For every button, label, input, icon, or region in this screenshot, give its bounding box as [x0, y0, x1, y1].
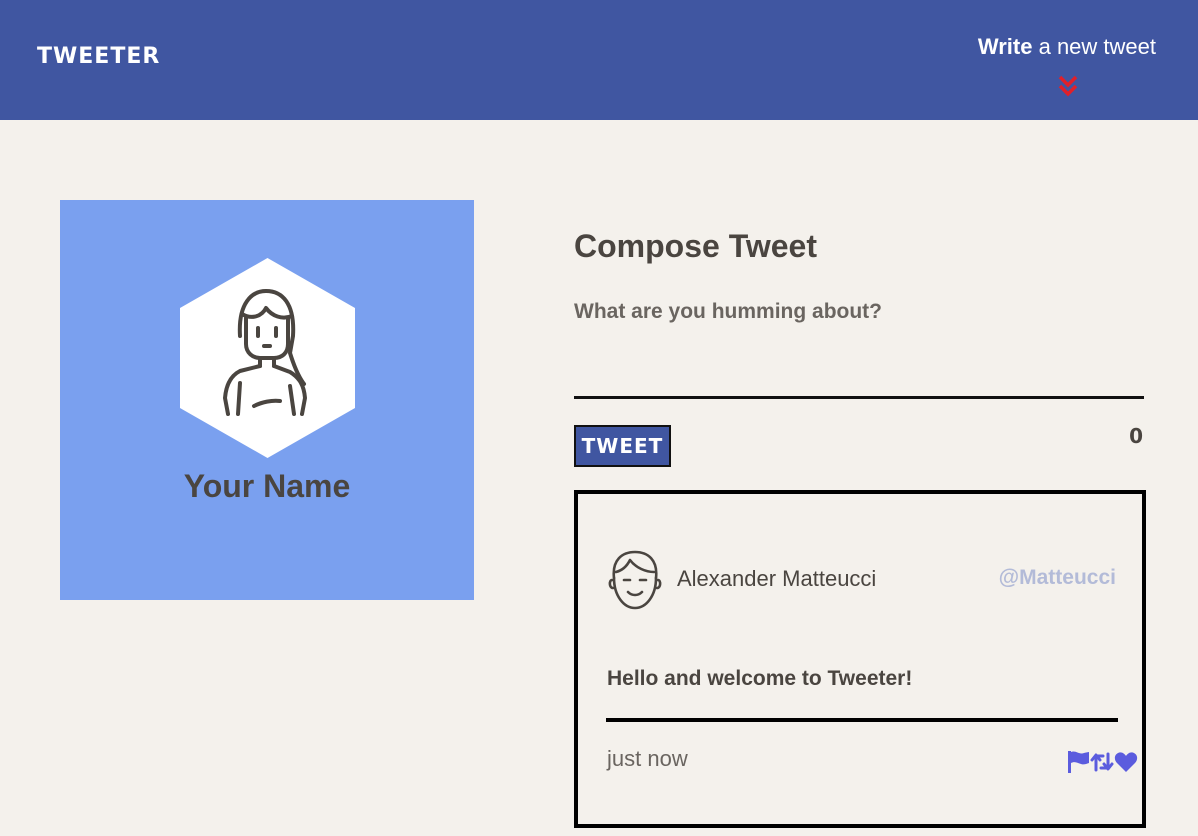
tweet-divider — [606, 718, 1118, 722]
write-link-rest: a new tweet — [1032, 34, 1156, 59]
heart-icon[interactable] — [1114, 750, 1138, 774]
user-avatar-icon — [608, 550, 662, 610]
profile-card: Your Name — [60, 200, 474, 600]
write-new-tweet-link[interactable]: Write a new tweet — [978, 34, 1156, 60]
compose-prompt-label: What are you humming about? — [574, 300, 882, 323]
tweet-actions — [1066, 750, 1138, 774]
brand-logo[interactable]: TWEETER — [37, 44, 160, 69]
double-chevron-down-icon[interactable] — [1057, 74, 1079, 100]
tweet-author-handle: @Matteucci — [998, 566, 1116, 589]
tweet-author-name: Alexander Matteucci — [677, 566, 877, 591]
tweet-submit-button[interactable]: TWEET — [574, 425, 671, 467]
tweet-card: Alexander Matteucci @Matteucci Hello and… — [574, 490, 1146, 828]
compose-title: Compose Tweet — [574, 228, 817, 264]
flag-icon[interactable] — [1066, 750, 1090, 774]
profile-avatar-icon — [180, 258, 355, 458]
tweet-content: Hello and welcome to Tweeter! — [607, 667, 913, 690]
profile-name: Your Name — [183, 468, 351, 504]
write-link-bold: Write — [977, 34, 1033, 59]
character-counter: 0 — [1129, 424, 1143, 448]
tweet-text-input[interactable] — [574, 340, 1144, 399]
retweet-icon[interactable] — [1090, 750, 1114, 774]
top-nav: TWEETER Write a new tweet — [0, 0, 1198, 120]
tweet-timestamp: just now — [607, 746, 688, 771]
